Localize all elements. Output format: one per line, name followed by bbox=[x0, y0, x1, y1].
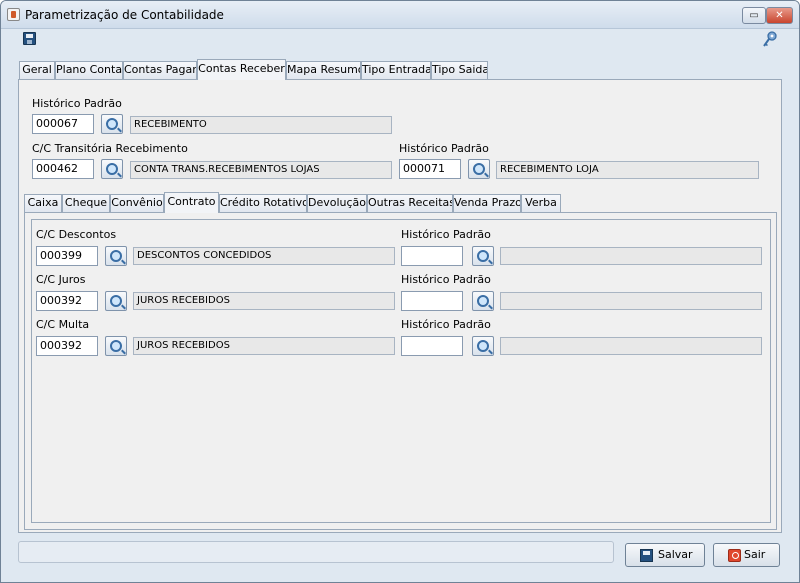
tab-contas-receber[interactable]: Contas Receber bbox=[197, 59, 286, 80]
descontos-historico-description bbox=[500, 247, 762, 265]
toolbar bbox=[1, 29, 799, 53]
cc-transitoria-label: C/C Transitória Recebimento bbox=[32, 142, 188, 155]
juros-historico-code-input[interactable] bbox=[401, 291, 463, 311]
descontos-historico-code-input[interactable] bbox=[401, 246, 463, 266]
historico-padrao-description: RECEBIMENTO bbox=[130, 116, 392, 134]
juros-historico-description bbox=[500, 292, 762, 310]
magnifier-icon bbox=[473, 163, 485, 175]
tab-credito-rotativo[interactable]: Crédito Rotativo bbox=[219, 194, 307, 212]
tab-cheque[interactable]: Cheque bbox=[62, 194, 110, 212]
java-app-icon bbox=[7, 8, 20, 21]
cc-juros-code-input[interactable]: 000392 bbox=[36, 291, 98, 311]
tab-outras-receitas[interactable]: Outras Receitas bbox=[367, 194, 453, 212]
magnifier-icon bbox=[477, 250, 489, 262]
magnifier-icon bbox=[106, 118, 118, 130]
historico-padrao-code-input[interactable]: 000067 bbox=[32, 114, 94, 134]
tab-geral[interactable]: Geral bbox=[19, 61, 55, 79]
close-button[interactable]: ✕ bbox=[766, 7, 793, 24]
power-icon bbox=[728, 549, 741, 562]
main-tab-bar: Geral Plano Conta Contas Pagar Contas Re… bbox=[19, 59, 489, 80]
tab-mapa-resumo[interactable]: Mapa Resumo bbox=[286, 61, 361, 79]
key-icon[interactable] bbox=[762, 31, 778, 49]
tab-venda-prazo[interactable]: Venda Prazo bbox=[453, 194, 521, 212]
tab-contas-pagar[interactable]: Contas Pagar bbox=[123, 61, 197, 79]
cc-juros-search-button[interactable] bbox=[105, 291, 127, 311]
save-icon[interactable] bbox=[23, 32, 36, 45]
tab-caixa[interactable]: Caixa bbox=[24, 194, 62, 212]
historico-transitoria-search-button[interactable] bbox=[468, 159, 490, 179]
multa-historico-label: Histórico Padrão bbox=[401, 318, 491, 331]
cc-descontos-search-button[interactable] bbox=[105, 246, 127, 266]
cc-multa-label: C/C Multa bbox=[36, 318, 90, 331]
save-button-label: Salvar bbox=[658, 548, 693, 561]
cc-multa-search-button[interactable] bbox=[105, 336, 127, 356]
historico-padrao-search-button[interactable] bbox=[101, 114, 123, 134]
multa-historico-description bbox=[500, 337, 762, 355]
tab-convenio[interactable]: Convênio bbox=[110, 194, 164, 212]
tab-contrato[interactable]: Contrato bbox=[164, 192, 219, 213]
tab-tipo-entrada[interactable]: Tipo Entrada bbox=[361, 61, 431, 79]
tab-tipo-saida[interactable]: Tipo Saida bbox=[431, 61, 488, 79]
magnifier-icon bbox=[110, 295, 122, 307]
minimize-button[interactable]: ▭ bbox=[742, 7, 766, 24]
cc-transitoria-search-button[interactable] bbox=[101, 159, 123, 179]
cc-juros-description: JUROS RECEBIDOS bbox=[133, 292, 395, 310]
magnifier-icon bbox=[477, 340, 489, 352]
juros-historico-label: Histórico Padrão bbox=[401, 273, 491, 286]
tab-devolucao[interactable]: Devolução bbox=[307, 194, 367, 212]
magnifier-icon bbox=[477, 295, 489, 307]
historico-transitoria-label: Histórico Padrão bbox=[399, 142, 489, 155]
cc-descontos-label: C/C Descontos bbox=[36, 228, 117, 241]
cc-multa-code-input[interactable]: 000392 bbox=[36, 336, 98, 356]
contrato-inner-panel: C/C Descontos 000399 DESCONTOS CONCEDIDO… bbox=[31, 219, 771, 523]
magnifier-icon bbox=[110, 250, 122, 262]
title-bar: Parametrização de Contabilidade ▭ ✕ bbox=[1, 1, 799, 29]
tab-plano-conta[interactable]: Plano Conta bbox=[55, 61, 123, 79]
cc-juros-label: C/C Juros bbox=[36, 273, 86, 286]
historico-transitoria-code-input[interactable]: 000071 bbox=[399, 159, 461, 179]
magnifier-icon bbox=[106, 163, 118, 175]
contas-receber-panel: Histórico Padrão 000067 RECEBIMENTO C/C … bbox=[18, 79, 782, 533]
cc-descontos-description: DESCONTOS CONCEDIDOS bbox=[133, 247, 395, 265]
sub-tab-bar: Caixa Cheque Convênio Contrato Crédito R… bbox=[24, 192, 564, 213]
contrato-panel: C/C Descontos 000399 DESCONTOS CONCEDIDO… bbox=[24, 212, 777, 530]
cc-multa-description: JUROS RECEBIDOS bbox=[133, 337, 395, 355]
exit-button-label: Sair bbox=[744, 548, 766, 561]
save-icon bbox=[640, 549, 653, 562]
save-button[interactable]: Salvar bbox=[625, 543, 705, 567]
app-window: Parametrização de Contabilidade ▭ ✕ Gera… bbox=[0, 0, 800, 583]
descontos-historico-label: Histórico Padrão bbox=[401, 228, 491, 241]
cc-transitoria-description: CONTA TRANS.RECEBIMENTOS LOJAS bbox=[130, 161, 392, 179]
descontos-historico-search-button[interactable] bbox=[472, 246, 494, 266]
magnifier-icon bbox=[110, 340, 122, 352]
juros-historico-search-button[interactable] bbox=[472, 291, 494, 311]
cc-transitoria-code-input[interactable]: 000462 bbox=[32, 159, 94, 179]
cc-descontos-code-input[interactable]: 000399 bbox=[36, 246, 98, 266]
window-title: Parametrização de Contabilidade bbox=[25, 8, 224, 22]
multa-historico-code-input[interactable] bbox=[401, 336, 463, 356]
multa-historico-search-button[interactable] bbox=[472, 336, 494, 356]
historico-transitoria-description: RECEBIMENTO LOJA bbox=[496, 161, 759, 179]
exit-button[interactable]: Sair bbox=[713, 543, 780, 567]
historico-padrao-label: Histórico Padrão bbox=[32, 97, 122, 110]
tab-verba[interactable]: Verba bbox=[521, 194, 561, 212]
status-bar bbox=[18, 541, 614, 563]
